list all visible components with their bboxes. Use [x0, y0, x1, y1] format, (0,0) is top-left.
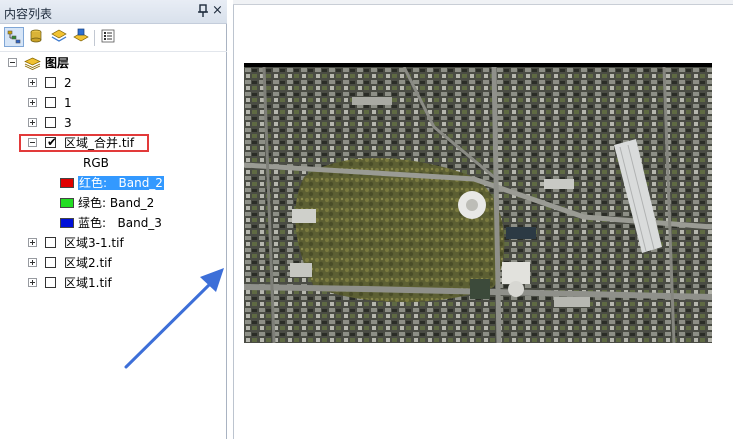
annotation-arrow [124, 268, 224, 369]
